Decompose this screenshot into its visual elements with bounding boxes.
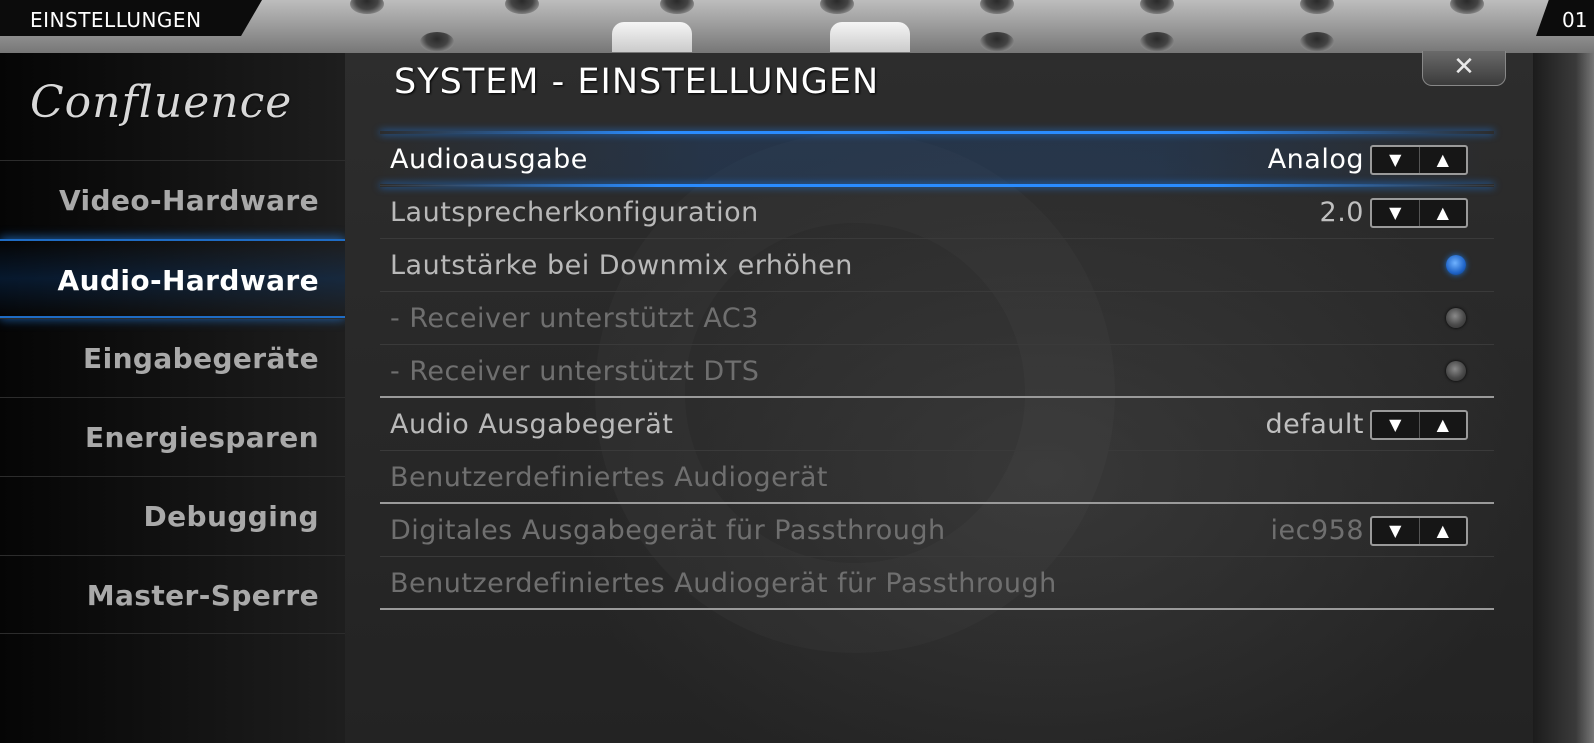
setting-downmix-lautstaerke[interactable]: Lautstärke bei Downmix erhöhen: [380, 239, 1494, 292]
settings-list: Audioausgabe Analog ▼ ▲ Lautsprecherkonf…: [380, 131, 1494, 610]
setting-label: Benutzerdefiniertes Audiogerät: [390, 462, 829, 493]
sidebar-item-label: Debugging: [143, 500, 319, 533]
rivet-decoration: [420, 32, 454, 52]
spinner-down-button[interactable]: ▼: [1372, 147, 1419, 173]
sidebar-item-energiesparen[interactable]: Energiesparen: [0, 397, 345, 476]
spinner-down-button[interactable]: ▼: [1372, 200, 1419, 226]
value-spinner: ▼ ▲: [1370, 198, 1468, 228]
arrow-down-icon: ▼: [1389, 203, 1402, 222]
setting-label: Lautstärke bei Downmix erhöhen: [390, 250, 853, 281]
setting-lautsprecherkonfiguration[interactable]: Lautsprecherkonfiguration 2.0 ▼ ▲: [380, 186, 1494, 239]
setting-benutzerdefiniertes-passthrough[interactable]: Benutzerdefiniertes Audiogerät für Passt…: [380, 557, 1494, 610]
sidebar-item-label: Master-Sperre: [86, 579, 319, 612]
radio-toggle-on[interactable]: [1446, 255, 1466, 275]
sidebar-item-eingabegeraete[interactable]: Eingabegeräte: [0, 318, 345, 397]
confluence-logo: Confluence: [30, 77, 293, 128]
setting-value: default: [1265, 409, 1364, 440]
setting-label: - Receiver unterstützt AC3: [390, 303, 759, 334]
value-spinner: ▼ ▲: [1370, 516, 1468, 546]
close-button[interactable]: ✕: [1422, 51, 1506, 86]
arrow-down-icon: ▼: [1389, 415, 1402, 434]
header-section-tab: EINSTELLUNGEN: [0, 0, 262, 36]
setting-receiver-ac3[interactable]: - Receiver unterstützt AC3: [380, 292, 1494, 345]
rivet-decoration: [1450, 0, 1484, 14]
spinner-down-button[interactable]: ▼: [1372, 518, 1419, 544]
sidebar-item-audio-hardware[interactable]: Audio-Hardware: [0, 239, 345, 318]
setting-audioausgabe[interactable]: Audioausgabe Analog ▼ ▲: [380, 131, 1494, 187]
sidebar-item-label: Audio-Hardware: [57, 264, 319, 297]
setting-label: Lautsprecherkonfiguration: [390, 197, 759, 228]
sidebar-item-video-hardware[interactable]: Video-Hardware: [0, 160, 345, 239]
sidebar-menu: Video-Hardware Audio-Hardware Eingabeger…: [0, 160, 345, 634]
rivet-decoration: [1140, 32, 1174, 52]
setting-benutzerdefiniertes-audiogeraet[interactable]: Benutzerdefiniertes Audiogerät: [380, 451, 1494, 504]
radio-toggle-off[interactable]: [1446, 308, 1466, 328]
setting-value: Analog: [1267, 144, 1364, 175]
rivet-decoration: [980, 32, 1014, 52]
value-spinner: ▼ ▲: [1370, 145, 1468, 175]
setting-label: Benutzerdefiniertes Audiogerät für Passt…: [390, 568, 1057, 599]
arrow-up-icon: ▲: [1436, 203, 1449, 222]
rivet-decoration: [350, 0, 384, 14]
arrow-down-icon: ▼: [1389, 150, 1402, 169]
window-edge: [1533, 53, 1594, 743]
setting-audio-ausgabegeraet[interactable]: Audio Ausgabegerät default ▼ ▲: [380, 398, 1494, 451]
sidebar-item-label: Video-Hardware: [58, 184, 319, 217]
rivet-decoration: [1140, 0, 1174, 14]
setting-value: 2.0: [1319, 197, 1364, 228]
header-section-title: EINSTELLUNGEN: [30, 8, 202, 32]
spinner-up-button[interactable]: ▲: [1418, 200, 1467, 226]
rivet-decoration: [660, 0, 694, 14]
setting-value: iec958: [1270, 515, 1364, 546]
arrow-up-icon: ▲: [1436, 150, 1449, 169]
sidebar-item-master-sperre[interactable]: Master-Sperre: [0, 555, 345, 634]
rivet-decoration: [1300, 0, 1334, 14]
rivet-decoration: [820, 0, 854, 14]
setting-label: Digitales Ausgabegerät für Passthrough: [390, 515, 946, 546]
sidebar-item-debugging[interactable]: Debugging: [0, 476, 345, 555]
spinner-down-button[interactable]: ▼: [1372, 412, 1419, 438]
spinner-up-button[interactable]: ▲: [1418, 412, 1467, 438]
spinner-up-button[interactable]: ▲: [1418, 147, 1467, 173]
setting-label: Audioausgabe: [390, 144, 588, 175]
setting-label: - Receiver unterstützt DTS: [390, 356, 760, 387]
spinner-up-button[interactable]: ▲: [1418, 518, 1467, 544]
sidebar-item-label: Eingabegeräte: [83, 342, 319, 375]
setting-label: Audio Ausgabegerät: [390, 409, 674, 440]
clock-text: 01: [1562, 8, 1588, 32]
setting-receiver-dts[interactable]: - Receiver unterstützt DTS: [380, 345, 1494, 398]
sidebar-item-label: Energiesparen: [84, 421, 319, 454]
setting-digitales-ausgabegeraet[interactable]: Digitales Ausgabegerät für Passthrough i…: [380, 504, 1494, 557]
arrow-down-icon: ▼: [1389, 521, 1402, 540]
rivet-decoration: [1300, 32, 1334, 52]
radio-toggle-off[interactable]: [1446, 361, 1466, 381]
sidebar: Confluence Video-Hardware Audio-Hardware…: [0, 53, 345, 743]
page-title: SYSTEM - EINSTELLUNGEN: [394, 62, 880, 102]
arrow-up-icon: ▲: [1436, 415, 1449, 434]
rivet-decoration: [980, 0, 1014, 14]
close-icon: ✕: [1453, 52, 1475, 82]
rivet-decoration: [505, 0, 539, 14]
value-spinner: ▼ ▲: [1370, 410, 1468, 440]
arrow-up-icon: ▲: [1436, 521, 1449, 540]
